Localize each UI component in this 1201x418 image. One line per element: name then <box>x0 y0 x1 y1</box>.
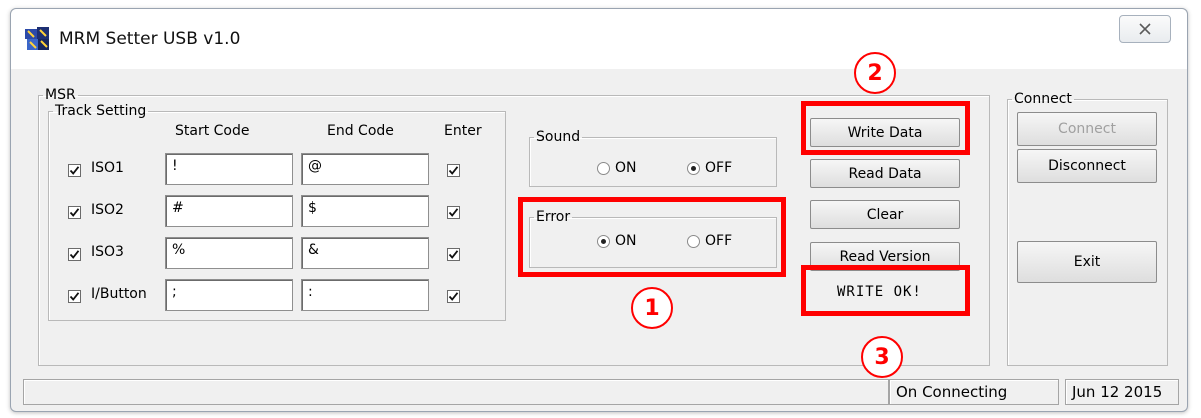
ibutton-enter-checkbox[interactable] <box>447 290 460 303</box>
close-button[interactable] <box>1119 15 1171 43</box>
annotation-number-one: 1 <box>631 287 673 329</box>
annotation-number-two: 2 <box>854 52 896 94</box>
iso3-enter-checkbox[interactable] <box>447 248 460 261</box>
iso3-label: ISO3 <box>91 244 124 260</box>
status-connection: On Connecting <box>889 379 1059 405</box>
ibutton-label: I/Button <box>91 286 147 302</box>
sound-group: Sound <box>529 129 777 187</box>
annotation-box-write <box>801 101 970 155</box>
app-icon <box>25 27 51 51</box>
header-end-code: End Code <box>327 123 394 139</box>
iso1-end-code-input[interactable]: @ <box>301 153 429 185</box>
iso3-end-code-input[interactable]: & <box>301 237 429 269</box>
iso3-start-code-input[interactable]: % <box>165 237 293 269</box>
track-setting-label: Track Setting <box>55 103 147 119</box>
annotation-box-result <box>801 265 970 316</box>
iso1-checkbox[interactable] <box>68 164 81 177</box>
connect-button[interactable]: Connect <box>1017 112 1157 146</box>
title-bar: MRM Setter USB v1.0 <box>11 9 1187 69</box>
iso2-enter-checkbox[interactable] <box>447 206 460 219</box>
iso1-label: ISO1 <box>91 160 124 176</box>
disconnect-button[interactable]: Disconnect <box>1017 149 1157 183</box>
status-date: Jun 12 2015 <box>1065 379 1179 405</box>
clear-button[interactable]: Clear <box>810 200 960 229</box>
ibutton-start-code-input[interactable]: ; <box>165 279 293 311</box>
iso1-enter-checkbox[interactable] <box>447 164 460 177</box>
close-icon <box>1139 23 1151 35</box>
iso2-label: ISO2 <box>91 202 124 218</box>
msr-group-label: MSR <box>45 87 76 103</box>
sound-off-label: OFF <box>705 160 733 176</box>
header-enter: Enter <box>444 123 482 139</box>
annotation-box-error <box>518 197 786 277</box>
sound-on-radio[interactable] <box>597 162 610 175</box>
iso2-start-code-input[interactable]: # <box>165 195 293 227</box>
sound-off-radio[interactable] <box>687 162 700 175</box>
window-title: MRM Setter USB v1.0 <box>59 29 241 49</box>
app-window: MRM Setter USB v1.0 MSR Track Setting St… <box>10 8 1188 412</box>
iso1-start-code-input[interactable]: ! <box>165 153 293 185</box>
iso3-checkbox[interactable] <box>68 248 81 261</box>
sound-group-label: Sound <box>536 129 581 145</box>
annotation-number-three: 3 <box>861 336 903 378</box>
header-start-code: Start Code <box>175 123 250 139</box>
iso2-checkbox[interactable] <box>68 206 81 219</box>
connect-group-label: Connect <box>1014 91 1072 107</box>
iso2-end-code-input[interactable]: $ <box>301 195 429 227</box>
ibutton-end-code-input[interactable]: : <box>301 279 429 311</box>
status-bar-blank <box>23 379 889 405</box>
ibutton-checkbox[interactable] <box>68 290 81 303</box>
exit-button[interactable]: Exit <box>1017 241 1157 283</box>
sound-on-label: ON <box>615 160 637 176</box>
read-data-button[interactable]: Read Data <box>810 159 960 188</box>
